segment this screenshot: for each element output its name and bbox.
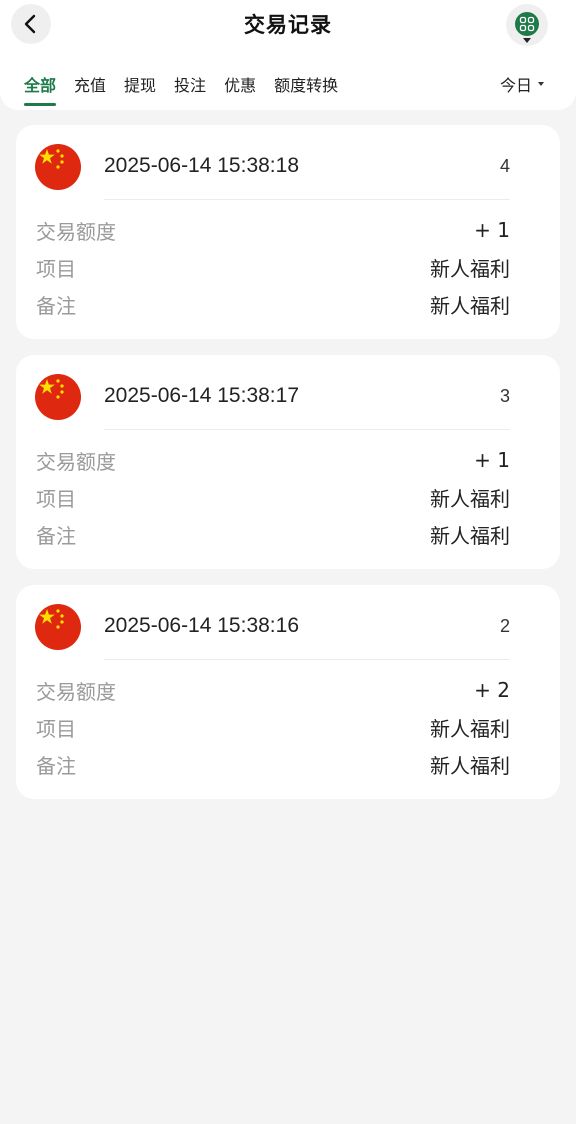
top-bar: 交易记录 全部 充值 提现 投注 优惠 额度转换 今日 [0, 0, 576, 110]
note-label: 备注 [36, 293, 76, 318]
item-label: 项目 [36, 256, 76, 281]
record-sequence: 4 [499, 156, 510, 176]
item-row: 项目 新人福利 [36, 713, 510, 741]
tab-all[interactable]: 全部 [24, 72, 57, 106]
tab-withdraw[interactable]: 提现 [124, 72, 156, 106]
record-datetime: 2025-06-14 15:38:17 [104, 384, 299, 407]
china-flag-icon [35, 374, 81, 420]
amount-row: 交易额度 + 1 [36, 216, 510, 244]
item-row: 项目 新人福利 [36, 483, 510, 511]
amount-label: 交易额度 [36, 679, 116, 704]
divider [104, 659, 510, 660]
item-row: 项目 新人福利 [36, 253, 510, 281]
item-value: 新人福利 [430, 716, 510, 741]
record-datetime: 2025-06-14 15:38:18 [104, 154, 299, 177]
amount-row: 交易额度 + 1 [36, 446, 510, 474]
note-label: 备注 [36, 753, 76, 778]
amount-value: + 1 [474, 218, 510, 242]
caret-down-icon [538, 82, 545, 86]
grid-icon [515, 12, 539, 36]
record-datetime: 2025-06-14 15:38:16 [104, 614, 299, 637]
menu-button[interactable] [506, 4, 548, 46]
tab-transfer[interactable]: 额度转换 [274, 72, 338, 106]
amount-value: + 2 [474, 678, 510, 702]
page-title: 交易记录 [244, 13, 332, 37]
record-card: 2025-06-14 15:38:18 4 交易额度 + 1 项目 新人福利 备… [16, 125, 560, 339]
tab-promotion[interactable]: 优惠 [224, 72, 256, 106]
tab-recharge[interactable]: 充值 [74, 72, 106, 106]
china-flag-icon [35, 604, 81, 650]
note-row: 备注 新人福利 [36, 750, 510, 778]
note-value: 新人福利 [430, 753, 510, 778]
divider [104, 199, 510, 200]
note-value: 新人福利 [430, 523, 510, 548]
amount-label: 交易额度 [36, 449, 116, 474]
filter-tabs: 全部 充值 提现 投注 优惠 额度转换 [24, 72, 338, 106]
date-filter-dropdown[interactable]: 今日 [500, 72, 545, 96]
note-value: 新人福利 [430, 293, 510, 318]
note-row: 备注 新人福利 [36, 520, 510, 548]
amount-value: + 1 [474, 448, 510, 472]
item-label: 项目 [36, 486, 76, 511]
item-value: 新人福利 [430, 486, 510, 511]
item-value: 新人福利 [430, 256, 510, 281]
note-label: 备注 [36, 523, 76, 548]
tab-bet[interactable]: 投注 [174, 72, 206, 106]
china-flag-icon [35, 144, 81, 190]
note-row: 备注 新人福利 [36, 290, 510, 318]
record-card: 2025-06-14 15:38:17 3 交易额度 + 1 项目 新人福利 备… [16, 355, 560, 569]
record-sequence: 3 [499, 386, 510, 406]
item-label: 项目 [36, 716, 76, 741]
date-filter-label: 今日 [500, 76, 533, 95]
amount-label: 交易额度 [36, 219, 116, 244]
caret-down-icon [523, 38, 531, 43]
amount-row: 交易额度 + 2 [36, 676, 510, 704]
record-card: 2025-06-14 15:38:16 2 交易额度 + 2 项目 新人福利 备… [16, 585, 560, 799]
divider [104, 429, 510, 430]
record-sequence: 2 [499, 616, 510, 636]
